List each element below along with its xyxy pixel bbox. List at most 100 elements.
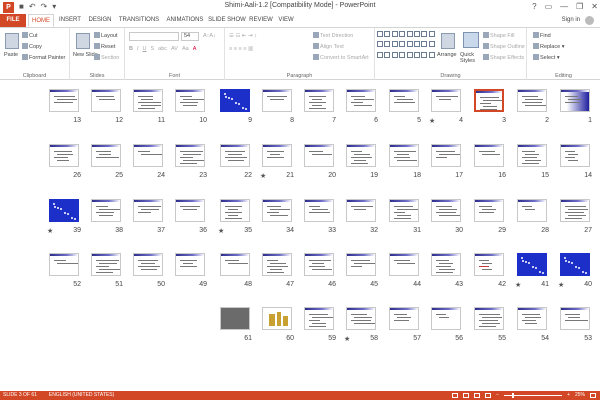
tab-insert[interactable]: INSERT: [56, 14, 84, 27]
slide-thumbnail-35[interactable]: [220, 199, 250, 222]
format-painter-button[interactable]: Format Painter: [22, 54, 65, 61]
help-icon[interactable]: ?: [532, 0, 536, 13]
slide-thumbnail-4[interactable]: [431, 89, 461, 112]
fit-to-window-icon[interactable]: [590, 393, 596, 398]
slide-thumbnail-25[interactable]: [91, 144, 121, 167]
slide-thumbnail-37[interactable]: [133, 199, 163, 222]
tab-file[interactable]: FILE: [0, 14, 26, 27]
slide-sorter-view-icon[interactable]: [463, 393, 470, 398]
font-name-field[interactable]: [129, 32, 179, 41]
tab-animations[interactable]: ANIMATIONS: [164, 14, 206, 27]
animation-indicator-icon[interactable]: ★: [429, 117, 435, 125]
slide-thumbnail-15[interactable]: [517, 144, 547, 167]
slide-thumbnail-47[interactable]: [262, 253, 292, 276]
slide-thumbnail-30[interactable]: [431, 199, 461, 222]
text-direction-button[interactable]: Text Direction: [313, 32, 353, 39]
change-case-button[interactable]: Aa: [182, 46, 189, 52]
tab-review[interactable]: REVIEW: [248, 14, 274, 27]
ribbon-display-icon[interactable]: ▭: [545, 0, 553, 13]
shape-effects-button[interactable]: Shape Effects: [483, 54, 524, 61]
shapes-gallery[interactable]: [377, 31, 435, 61]
quick-styles-button[interactable]: Quick Styles: [460, 52, 484, 64]
bullets-icon[interactable]: ☰ ☷ ⇤ ⇥ ↕: [229, 33, 257, 39]
zoom-out-icon[interactable]: −: [496, 391, 499, 400]
slide-thumbnail-34[interactable]: [262, 199, 292, 222]
slide-thumbnail-32[interactable]: [346, 199, 376, 222]
slide-thumbnail-44[interactable]: [389, 253, 419, 276]
minimize-icon[interactable]: —: [560, 0, 568, 13]
slide-thumbnail-43[interactable]: [431, 253, 461, 276]
slide-thumbnail-7[interactable]: [304, 89, 334, 112]
font-color-button[interactable]: A: [193, 46, 197, 52]
slide-thumbnail-22[interactable]: [220, 144, 250, 167]
slide-thumbnail-5[interactable]: [389, 89, 419, 112]
copy-button[interactable]: Copy: [22, 43, 42, 50]
account-avatar[interactable]: [585, 16, 594, 25]
zoom-slider[interactable]: [504, 393, 563, 398]
animation-indicator-icon[interactable]: ★: [515, 281, 521, 289]
slide-thumbnail-57[interactable]: [389, 307, 419, 330]
underline-button[interactable]: U: [143, 46, 147, 52]
slide-thumbnail-24[interactable]: [133, 144, 163, 167]
slide-thumbnail-53[interactable]: [560, 307, 590, 330]
slide-thumbnail-10[interactable]: [175, 89, 205, 112]
italic-button[interactable]: I: [137, 46, 139, 52]
slide-thumbnail-12[interactable]: [91, 89, 121, 112]
layout-button[interactable]: Layout: [94, 32, 118, 39]
select-button[interactable]: Select ▾: [533, 54, 560, 61]
slide-thumbnail-14[interactable]: [560, 144, 590, 167]
slide-thumbnail-18[interactable]: [389, 144, 419, 167]
strikethrough-button[interactable]: abc: [158, 46, 167, 52]
shape-outline-button[interactable]: Shape Outline: [483, 43, 525, 50]
slide-thumbnail-3[interactable]: [474, 89, 504, 112]
replace-button[interactable]: Replace ▾: [533, 43, 564, 50]
normal-view-icon[interactable]: [452, 393, 459, 398]
quick-styles-icon[interactable]: [463, 32, 479, 48]
arrange-icon[interactable]: [441, 33, 455, 49]
close-icon[interactable]: ✕: [591, 0, 598, 13]
slide-thumbnail-39[interactable]: [49, 199, 79, 222]
zoom-level[interactable]: 25%: [575, 391, 585, 400]
slide-thumbnail-52[interactable]: [49, 253, 79, 276]
language-indicator[interactable]: ENGLISH (UNITED STATES): [49, 391, 114, 400]
slide-thumbnail-2[interactable]: [517, 89, 547, 112]
slide-thumbnail-28[interactable]: [517, 199, 547, 222]
align-icon[interactable]: ≡ ≡ ≡ ≡ ▥: [229, 46, 253, 52]
cut-button[interactable]: Cut: [22, 32, 38, 39]
slide-thumbnail-19[interactable]: [346, 144, 376, 167]
bold-button[interactable]: B: [129, 46, 133, 52]
tab-transitions[interactable]: TRANSITIONS: [116, 14, 162, 27]
slide-thumbnail-29[interactable]: [474, 199, 504, 222]
tab-home[interactable]: HOME: [28, 14, 54, 27]
slide-thumbnail-6[interactable]: [346, 89, 376, 112]
slide-thumbnail-56[interactable]: [431, 307, 461, 330]
slide-thumbnail-49[interactable]: [175, 253, 205, 276]
slide-thumbnail-40[interactable]: [560, 253, 590, 276]
slide-thumbnail-38[interactable]: [91, 199, 121, 222]
slide-thumbnail-61[interactable]: [220, 307, 250, 330]
slide-thumbnail-1[interactable]: [560, 89, 590, 112]
slide-thumbnail-20[interactable]: [304, 144, 334, 167]
slide-thumbnail-54[interactable]: [517, 307, 547, 330]
slide-thumbnail-48[interactable]: [220, 253, 250, 276]
slide-thumbnail-42[interactable]: [474, 253, 504, 276]
slide-thumbnail-11[interactable]: [133, 89, 163, 112]
slide-thumbnail-31[interactable]: [389, 199, 419, 222]
tab-design[interactable]: DESIGN: [86, 14, 114, 27]
sign-in-link[interactable]: Sign in: [562, 14, 580, 27]
animation-indicator-icon[interactable]: ★: [47, 227, 53, 235]
slide-thumbnail-41[interactable]: [517, 253, 547, 276]
convert-smartart-button[interactable]: Convert to SmartArt: [313, 54, 369, 61]
paste-icon[interactable]: [5, 33, 19, 49]
slide-thumbnail-55[interactable]: [474, 307, 504, 330]
animation-indicator-icon[interactable]: ★: [344, 335, 350, 343]
animation-indicator-icon[interactable]: ★: [558, 281, 564, 289]
slide-thumbnail-45[interactable]: [346, 253, 376, 276]
spacing-button[interactable]: AV: [171, 46, 178, 52]
zoom-slider-knob[interactable]: [512, 393, 515, 398]
find-button[interactable]: Find: [533, 32, 551, 39]
animation-indicator-icon[interactable]: ★: [218, 227, 224, 235]
slide-thumbnail-33[interactable]: [304, 199, 334, 222]
slide-thumbnail-46[interactable]: [304, 253, 334, 276]
reading-view-icon[interactable]: [474, 393, 481, 398]
